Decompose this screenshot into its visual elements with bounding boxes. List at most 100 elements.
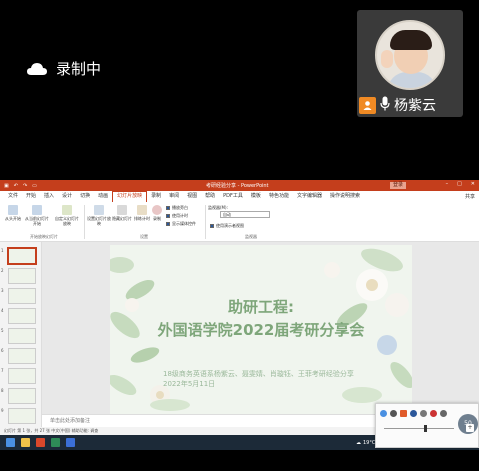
screen: 录制中 杨紫云 ▣ ↶ ↷ ▭ 考研经验分享 - PowerPoint 登录 –… xyxy=(0,0,479,471)
cloud-icon xyxy=(26,62,48,76)
tab-13[interactable]: 特色功能 xyxy=(265,191,293,202)
windows-start-icon[interactable] xyxy=(6,438,15,447)
tab-9[interactable]: 视图 xyxy=(183,191,201,202)
zoom-in-icon[interactable]: + xyxy=(466,424,474,432)
group-label-monitor: 监视器 xyxy=(245,234,257,239)
tab-0[interactable]: 文件 xyxy=(4,191,22,202)
setup-show-button[interactable]: 设置幻灯片放映 xyxy=(87,205,111,226)
tray-popup: 50 + xyxy=(375,403,479,448)
custom-show-icon xyxy=(62,205,72,215)
rehearse-icon xyxy=(137,205,147,215)
record-button[interactable]: 录制 xyxy=(150,205,164,221)
slide-thumbnail[interactable] xyxy=(8,268,36,284)
present-icon[interactable]: ▭ xyxy=(32,183,37,189)
cloud-weather-icon: ☁ xyxy=(356,439,361,446)
from-beginning-button[interactable]: 从头开始 xyxy=(2,205,24,221)
avatar xyxy=(375,20,445,90)
tab-10[interactable]: 帮助 xyxy=(201,191,219,202)
tab-4[interactable]: 切换 xyxy=(76,191,94,202)
hide-slide-icon xyxy=(117,205,127,215)
redo-icon[interactable]: ↷ xyxy=(23,183,27,189)
ribbon-slideshow: 从头开始 从当前幻灯片开始 自定义幻灯片放映 设置幻灯片放映 隐藏幻灯片 排练计… xyxy=(0,202,479,242)
tab-7[interactable]: 录制 xyxy=(147,191,165,202)
editing-area: 123456789 助研工程: 外国语学院2022届考研分享会 18级商务英语系… xyxy=(0,242,479,427)
microphone-icon xyxy=(380,96,390,115)
record-icon xyxy=(152,205,162,215)
maximize-icon[interactable]: □ xyxy=(457,181,462,187)
quick-access-toolbar: ▣ ↶ ↷ ▭ xyxy=(0,183,37,189)
close-icon[interactable]: ✕ xyxy=(471,181,475,187)
monitor-select[interactable]: 自动 xyxy=(220,211,270,218)
participant-name-bar: 杨紫云 xyxy=(357,94,463,116)
slide-date: 2022年5月11日 xyxy=(163,380,216,388)
slide-title-line2: 外国语学院2022届考研分享会 xyxy=(157,321,365,339)
participant-video-tile[interactable]: 杨紫云 xyxy=(357,10,463,117)
login-button[interactable]: 登录 xyxy=(390,182,407,189)
host-icon xyxy=(359,96,376,114)
thumbnail-number: 9 xyxy=(1,408,4,413)
group-label-start: 开始放映幻灯片 xyxy=(30,234,58,239)
slide-thumbnail[interactable] xyxy=(8,368,36,384)
play-start-icon xyxy=(8,205,18,215)
tab-15[interactable]: 操作说明搜索 xyxy=(326,191,364,202)
share-button[interactable]: 共享 xyxy=(465,193,475,200)
timings-checkbox[interactable]: 使用计时 xyxy=(166,213,188,219)
slide-title-line1: 助研工程: xyxy=(228,298,294,316)
current-slide[interactable]: 助研工程: 外国语学院2022届考研分享会 18级商务英语系杨紫云、聂雯婧、肖璇… xyxy=(110,245,412,415)
slide-thumbnail[interactable] xyxy=(8,288,36,304)
meeting-app-icon[interactable] xyxy=(66,438,75,447)
custom-show-button[interactable]: 自定义幻灯片放映 xyxy=(54,205,80,226)
setup-show-icon xyxy=(94,205,104,215)
save-icon[interactable]: ▣ xyxy=(4,183,9,189)
tab-5[interactable]: 动画 xyxy=(94,191,112,202)
volume-icon[interactable] xyxy=(440,410,447,417)
undo-icon[interactable]: ↶ xyxy=(14,183,18,189)
slide-subtitle: 18级商务英语系杨紫云、聂雯婧、肖璇钰、王菲考研经验分享 xyxy=(163,370,354,378)
slide-thumbnail[interactable] xyxy=(8,408,36,424)
ribbon-tabs: 文件 开始 插入 设计 切换 动画 幻灯片放映 录制 审阅 视图 帮助 PDF工具 模板 特色功能 文字编辑… xyxy=(0,191,479,202)
participant-name: 杨紫云 xyxy=(394,98,436,114)
presenter-view-checkbox[interactable]: 使用演示者视图 xyxy=(210,223,244,229)
slide-thumbnail[interactable] xyxy=(8,308,36,324)
thumbnail-number: 8 xyxy=(1,388,4,393)
battery-icon[interactable] xyxy=(420,410,427,417)
slide-thumbnail[interactable] xyxy=(8,388,36,404)
zoom-slider-track[interactable] xyxy=(384,428,454,429)
tab-1[interactable]: 开始 xyxy=(22,191,40,202)
play-current-icon xyxy=(32,205,42,215)
shield-icon[interactable] xyxy=(380,410,387,417)
tab-3[interactable]: 设计 xyxy=(58,191,76,202)
recording-label: 录制中 xyxy=(56,60,102,78)
recording-indicator: 录制中 xyxy=(26,58,101,79)
tab-8[interactable]: 审阅 xyxy=(165,191,183,202)
tab-11[interactable]: PDF工具 xyxy=(219,191,247,202)
tab-6[interactable]: 幻灯片放映 xyxy=(112,191,148,202)
narration-checkbox[interactable]: 播放旁白 xyxy=(166,205,188,211)
network-icon[interactable] xyxy=(390,410,397,417)
thumbnail-number: 6 xyxy=(1,348,4,353)
alert-icon[interactable] xyxy=(430,410,437,417)
browser-icon[interactable] xyxy=(51,438,60,447)
bluetooth-icon[interactable] xyxy=(410,410,417,417)
group-label-setup: 设置 xyxy=(140,234,148,239)
hide-slide-button[interactable]: 隐藏幻灯片 xyxy=(111,205,133,221)
minimize-icon[interactable]: – xyxy=(446,181,449,187)
file-explorer-icon[interactable] xyxy=(21,438,30,447)
thumbnail-number: 1 xyxy=(1,248,4,253)
thumbnail-number: 3 xyxy=(1,288,4,293)
window-controls: – □ ✕ xyxy=(446,181,475,187)
from-current-button[interactable]: 从当前幻灯片开始 xyxy=(24,205,50,226)
tab-2[interactable]: 插入 xyxy=(40,191,58,202)
tab-14[interactable]: 文字编辑器 xyxy=(293,191,326,202)
thumbnail-number: 7 xyxy=(1,368,4,373)
slide-thumbnail[interactable] xyxy=(7,247,37,265)
media-controls-checkbox[interactable]: 显示媒体控件 xyxy=(166,221,196,227)
app-tray-icon[interactable] xyxy=(400,410,407,417)
tray-icons-row xyxy=(380,410,447,417)
slide-thumbnail[interactable] xyxy=(8,328,36,344)
powerpoint-taskbar-icon[interactable] xyxy=(36,438,45,447)
zoom-slider-knob[interactable] xyxy=(424,425,427,432)
slide-thumbnails-pane: 1 2 3 4 5 6 7 8 9 xyxy=(0,242,42,427)
tab-12[interactable]: 模板 xyxy=(247,191,265,202)
slide-thumbnail[interactable] xyxy=(8,348,36,364)
